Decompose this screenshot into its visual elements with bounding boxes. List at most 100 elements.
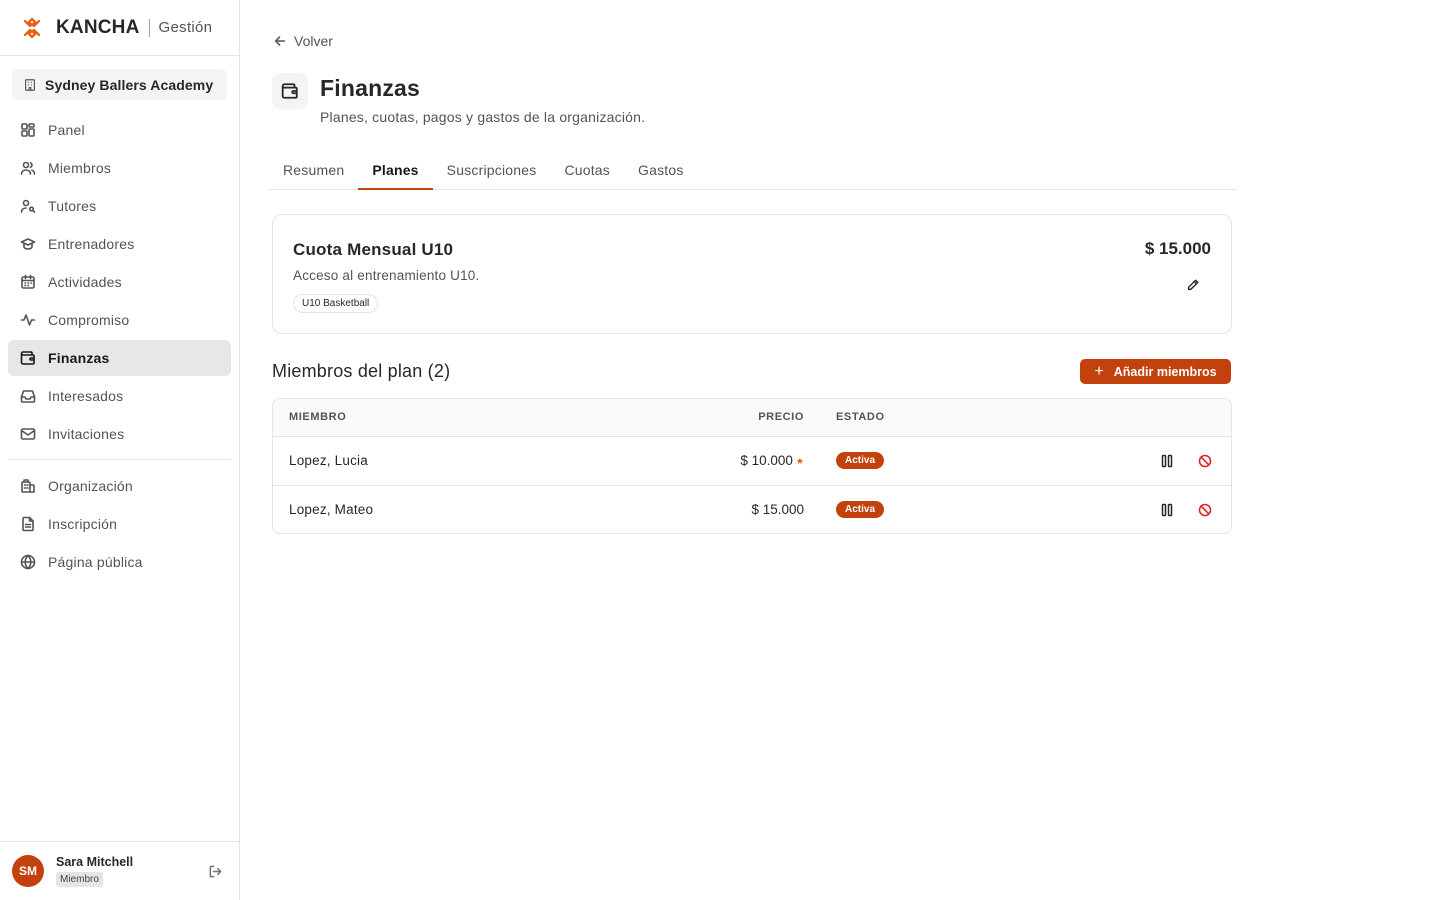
graduation-cap-icon [20, 238, 36, 250]
sidebar: KANCHA Gestión Sydney Ballers Academy Pa… [0, 0, 240, 900]
logout-icon[interactable] [208, 864, 223, 879]
sidebar-item-panel[interactable]: Panel [8, 112, 231, 148]
pencil-icon[interactable] [1186, 278, 1200, 292]
pause-icon [1161, 503, 1173, 517]
brand-name: KANCHA [56, 16, 140, 38]
sidebar-item-compromiso[interactable]: Compromiso [8, 302, 231, 338]
pause-icon [1161, 454, 1173, 468]
plan-price: $ 15.000 [1144, 239, 1211, 258]
users-icon [20, 161, 36, 175]
plan-tag: U10 Basketball [293, 294, 379, 313]
member-name: Lopez, Lucia [289, 453, 368, 468]
brand-separator [148, 18, 150, 37]
add-members-button[interactable]: + Añadir miembros [1080, 359, 1231, 384]
mail-icon [20, 428, 36, 440]
member-price-value: $ 15.000 [751, 502, 804, 517]
sidebar-item-label: Tutores [48, 198, 97, 214]
activity-icon [20, 314, 36, 326]
back-label: Volver [294, 33, 333, 49]
page-subtitle: Planes, cuotas, pagos y gastos de la org… [320, 109, 646, 125]
table-row: Lopez, Mateo $ 15.000 Activa [273, 486, 1231, 533]
user-panel: SM Sara Mitchell Miembro [0, 841, 239, 900]
status-badge: Activa [836, 452, 885, 469]
arrow-left-icon [274, 36, 286, 46]
member-price-value: $ 10.000 [740, 453, 793, 468]
sidebar-item-label: Finanzas [48, 350, 110, 366]
ban-icon [1198, 503, 1212, 517]
status-badge: Activa [836, 501, 885, 518]
sidebar-item-label: Interesados [48, 388, 124, 404]
sidebar-item-label: Compromiso [48, 312, 130, 328]
brand-subtitle: Gestión [158, 19, 213, 36]
pause-button[interactable] [1161, 454, 1173, 468]
sidebar-item-inscripcion[interactable]: Inscripción [8, 506, 231, 542]
table-header: MIEMBRO PRECIO ESTADO [273, 399, 1231, 437]
tab-suscripciones[interactable]: Suscripciones [433, 150, 551, 189]
user-info: Sara Mitchell Miembro [56, 855, 133, 887]
cancel-subscription-button[interactable] [1198, 454, 1212, 468]
calendar-icon [21, 274, 35, 289]
column-header-member: MIEMBRO [289, 411, 347, 423]
file-text-icon [22, 516, 34, 532]
plan-description: Acceso al entrenamiento U10. [293, 268, 480, 283]
plus-icon: + [1094, 362, 1104, 380]
sidebar-item-label: Organización [48, 478, 133, 494]
inbox-icon [20, 390, 36, 403]
tab-gastos[interactable]: Gastos [624, 150, 698, 189]
sidebar-item-label: Invitaciones [48, 426, 125, 442]
user-role-badge: Miembro [56, 872, 103, 887]
members-section-title: Miembros del plan (2) [272, 361, 451, 381]
pause-button[interactable] [1161, 503, 1173, 517]
user-key-icon [20, 199, 36, 213]
sidebar-item-finanzas[interactable]: Finanzas [8, 340, 231, 376]
sidebar-item-label: Página pública [48, 554, 143, 570]
organization-switcher[interactable]: Sydney Ballers Academy [12, 69, 227, 100]
sidebar-item-interesados[interactable]: Interesados [8, 378, 231, 414]
sidebar-item-actividades[interactable]: Actividades [8, 264, 231, 300]
column-header-status: ESTADO [836, 411, 885, 423]
page-title: Finanzas [320, 75, 421, 101]
sidebar-item-invitaciones[interactable]: Invitaciones [8, 416, 231, 452]
custom-price-star-icon: ★ [795, 456, 804, 466]
kancha-logo-icon [23, 16, 41, 39]
building-icon [21, 479, 35, 493]
member-price: $ 15.000 [751, 502, 804, 517]
plan-name: Cuota Mensual U10 [293, 240, 454, 259]
user-name: Sara Mitchell [56, 855, 134, 869]
wallet-icon [281, 83, 298, 99]
table-row: Lopez, Lucia $ 10.000 ★ Activa [273, 437, 1231, 486]
sidebar-item-label: Inscripción [48, 516, 118, 532]
back-link[interactable]: Volver [273, 33, 333, 49]
brand-header: KANCHA Gestión [0, 0, 239, 56]
tab-bar: Resumen Planes Suscripciones Cuotas Gast… [269, 150, 1236, 190]
sidebar-item-label: Panel [48, 122, 85, 138]
cancel-subscription-button[interactable] [1198, 503, 1212, 517]
wallet-icon [20, 351, 35, 365]
page-title-icon-box [272, 73, 308, 109]
sidebar-item-label: Miembros [48, 160, 112, 176]
plan-card: Cuota Mensual U10 Acceso al entrenamient… [272, 214, 1232, 334]
avatar[interactable]: SM [12, 855, 44, 887]
sidebar-item-organizacion[interactable]: Organización [8, 468, 231, 504]
add-members-label: Añadir miembros [1113, 364, 1217, 379]
tab-planes[interactable]: Planes [358, 150, 434, 190]
column-header-price: PRECIO [758, 411, 804, 423]
sidebar-item-entrenadores[interactable]: Entrenadores [8, 226, 231, 262]
sidebar-divider [8, 459, 231, 460]
sidebar-item-miembros[interactable]: Miembros [8, 150, 231, 186]
sidebar-item-label: Entrenadores [48, 236, 135, 252]
sidebar-item-tutores[interactable]: Tutores [8, 188, 231, 224]
sidebar-item-pagina-publica[interactable]: Página pública [8, 544, 231, 580]
tab-resumen[interactable]: Resumen [269, 150, 358, 189]
tab-cuotas[interactable]: Cuotas [550, 150, 624, 189]
member-name: Lopez, Mateo [289, 502, 374, 517]
sidebar-item-label: Actividades [48, 274, 122, 290]
ban-icon [1198, 454, 1212, 468]
globe-icon [20, 554, 36, 570]
organization-name: Sydney Ballers Academy [45, 76, 214, 93]
building-icon [25, 78, 35, 91]
member-price: $ 10.000 ★ [740, 453, 804, 468]
members-table: MIEMBRO PRECIO ESTADO Lopez, Lucia $ 10.… [272, 398, 1232, 534]
sidebar-nav: Panel Miembros Tutores Entrenadores Acti… [8, 112, 231, 582]
grid-icon [21, 123, 35, 137]
